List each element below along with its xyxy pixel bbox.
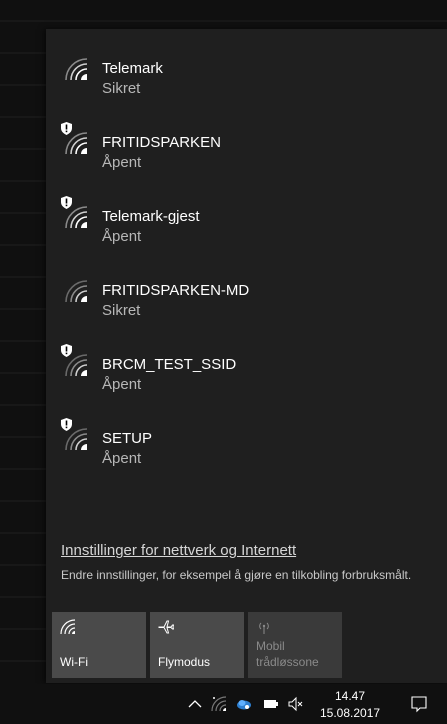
wifi-signal-icon [65,428,88,451]
network-settings-link[interactable]: Innstillinger for nettverk og Internett [61,542,296,559]
network-flyout: Telemark Sikret FRITIDSPARKEN Åpent Tele… [46,29,447,683]
network-settings-description: Endre innstillinger, for eksempel å gjør… [61,568,412,582]
network-status: Åpent [102,154,142,171]
wifi-icon [60,619,76,635]
network-item-setup[interactable]: SETUP Åpent [46,399,447,473]
network-item-telemark[interactable]: Telemark Sikret [46,29,447,103]
clock-time[interactable]: 14.47 [330,689,370,703]
network-status: Åpent [102,376,142,393]
mobile-hotspot-icon [259,622,269,634]
wifi-signal-icon [65,206,88,229]
airplane-icon [158,620,174,634]
wifi-signal-icon [65,58,88,81]
network-status: Åpent [102,228,142,245]
taskbar: 14.47 15.08.2017 [0,684,447,724]
network-item-fritidsparken-md[interactable]: FRITIDSPARKEN-MD Sikret [46,251,447,325]
network-name: BRCM_TEST_SSID [102,356,237,373]
network-name: Telemark-gjest [102,208,200,225]
network-name: FRITIDSPARKEN-MD [102,282,250,299]
network-status: Åpent [102,450,142,467]
chevron-up-icon[interactable] [187,696,203,712]
network-status: Sikret [102,80,141,97]
network-item-telemark-gjest[interactable]: Telemark-gjest Åpent [46,177,447,251]
battery-icon[interactable] [263,696,279,712]
network-item-brcm-test-ssid[interactable]: BRCM_TEST_SSID Åpent [46,325,447,399]
mobile-hotspot-tile-label: Mobil trådløssone [256,639,319,669]
clock-date[interactable]: 15.08.2017 [320,706,380,720]
network-name: Telemark [102,60,163,77]
wifi-icon[interactable] [211,696,227,712]
network-name: SETUP [102,430,153,447]
wifi-signal-icon [65,280,88,303]
wifi-tile-label: Wi-Fi [60,655,88,669]
network-status: Sikret [102,302,141,319]
mobile-hotspot-tile[interactable]: Mobil trådløssone [248,612,342,678]
network-item-fritidsparken[interactable]: FRITIDSPARKEN Åpent [46,103,447,177]
wifi-toggle-tile[interactable]: Wi-Fi [52,612,146,678]
airplane-mode-tile[interactable]: Flymodus [150,612,244,678]
network-cloud-icon[interactable] [236,696,252,712]
wifi-signal-icon [65,132,88,155]
volume-muted-icon[interactable] [288,696,304,712]
airplane-tile-label: Flymodus [158,655,211,669]
network-list: Telemark Sikret FRITIDSPARKEN Åpent Tele… [46,29,447,473]
network-name: FRITIDSPARKEN [102,134,221,151]
action-center-icon[interactable] [410,695,428,713]
wifi-signal-icon [65,354,88,377]
